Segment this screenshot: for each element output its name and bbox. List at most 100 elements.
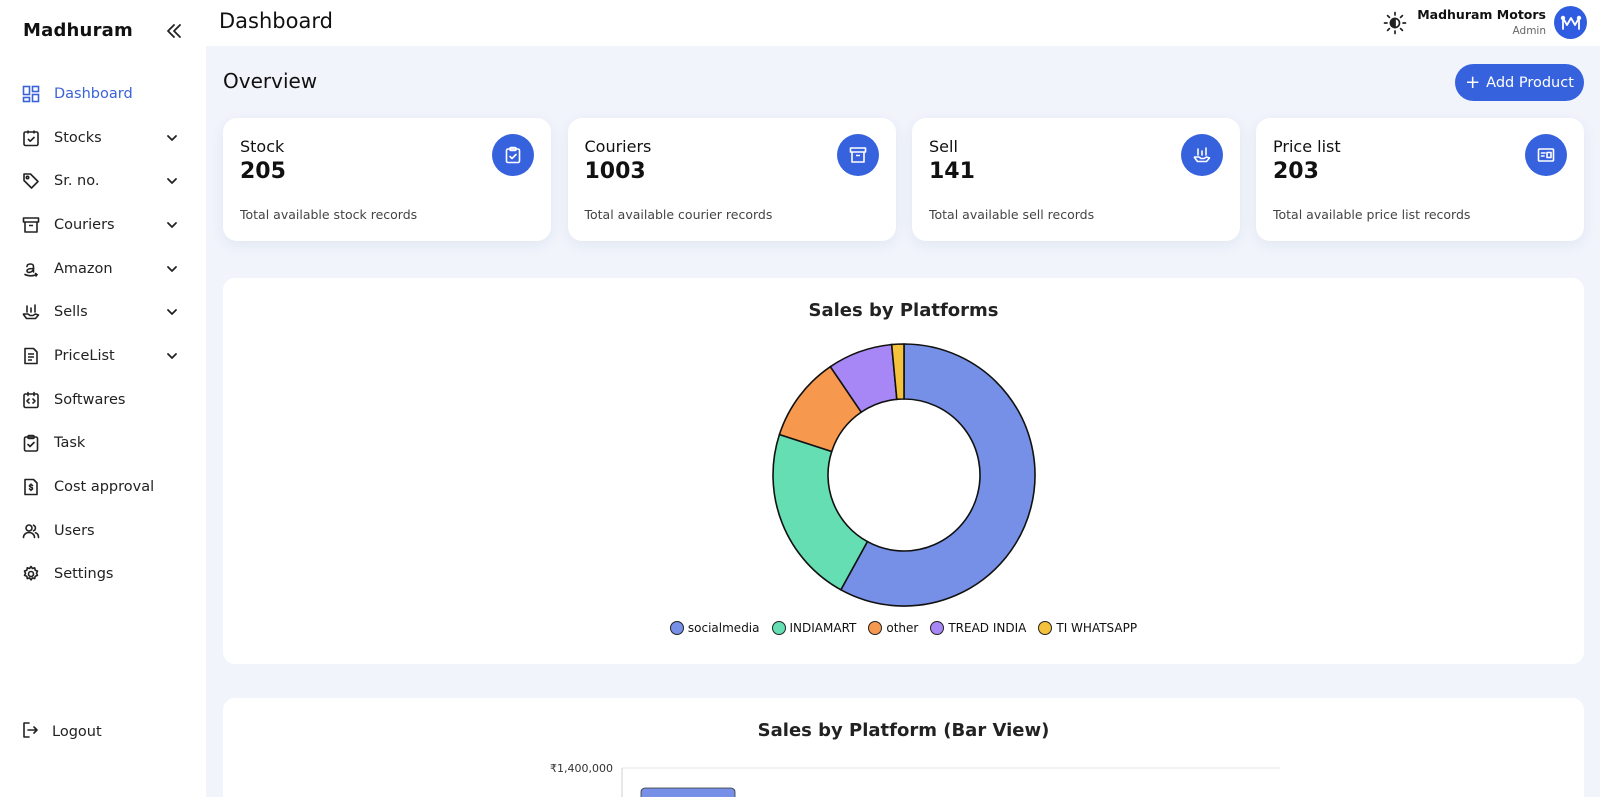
stock-card[interactable]: Stock 205 Total available stock records [223, 118, 551, 241]
legend-item[interactable]: TI WHATSAPP [1038, 621, 1137, 635]
add-product-label: Add Product [1486, 74, 1574, 91]
card-title: Couriers [584, 137, 652, 156]
sidebar-item-sr-no[interactable]: Sr. no. [0, 159, 206, 203]
card-value: 205 [240, 159, 286, 184]
sidebar-item-task[interactable]: Task [0, 422, 206, 466]
users-icon [21, 521, 41, 541]
card-title: Stock [240, 137, 285, 156]
legend-swatch [868, 621, 883, 635]
hand-chart-icon [1181, 134, 1223, 176]
chevron-down-icon[interactable] [164, 261, 180, 277]
chevron-down-icon[interactable] [164, 130, 180, 146]
amazon-icon [21, 259, 41, 279]
sidebar-item-label: PriceList [54, 347, 115, 364]
sidebar-item-dashboard[interactable]: Dashboard [0, 72, 206, 116]
clipboard-check-icon [492, 134, 534, 176]
donut-chart [772, 343, 1036, 607]
legend-label: socialmedia [687, 621, 760, 635]
legend-swatch [1038, 621, 1053, 635]
legend-item[interactable]: INDIAMART [771, 621, 856, 635]
sidebar-item-couriers[interactable]: Couriers [0, 203, 206, 247]
sell-card[interactable]: Sell 141 Total available sell records [912, 118, 1240, 241]
clipboard-task-icon [21, 433, 41, 453]
legend-swatch [669, 621, 684, 635]
top-header: Dashboard Madhuram Motors Admin [206, 0, 1600, 46]
card-description: Total available price list records [1273, 207, 1471, 222]
logout-button[interactable]: Logout [0, 710, 206, 754]
sidebar-item-amazon[interactable]: Amazon [0, 247, 206, 291]
sidebar-item-label: Couriers [54, 216, 115, 233]
code-calendar-icon [21, 390, 41, 410]
sales-by-platforms-panel: Sales by Platforms socialmedia INDIAMART o… [223, 278, 1584, 664]
chart-legend: socialmedia INDIAMART other TREAD INDIA TI W… [223, 621, 1584, 635]
legend-label: other [886, 621, 919, 635]
add-product-button[interactable]: + Add Product [1455, 64, 1584, 101]
chart-title: Sales by Platform (Bar View) [757, 720, 1050, 741]
page-title: Dashboard [219, 9, 333, 33]
legend-swatch [930, 621, 945, 635]
sidebar-item-cost-approval[interactable]: Cost approval [0, 465, 206, 509]
id-card-icon [1525, 134, 1567, 176]
sidebar-item-label: Sr. no. [54, 173, 100, 190]
sidebar-item-label: Users [54, 522, 95, 539]
tag-icon [21, 171, 41, 191]
sidebar-item-pricelist[interactable]: PriceList [0, 334, 206, 378]
bar-chart: ₹1,400,000 [550, 762, 1280, 797]
sidebar-nav: Dashboard Stocks Sr. no. Couriers Amazon… [0, 72, 206, 596]
card-value: 1003 [584, 159, 646, 184]
card-title: Sell [929, 137, 958, 156]
collapse-sidebar-icon[interactable] [164, 20, 184, 42]
legend-label: TI WHATSAPP [1056, 621, 1138, 635]
card-description: Total available sell records [929, 207, 1095, 222]
archive-box-icon [21, 215, 41, 235]
pie-slice-indiamart[interactable] [772, 433, 869, 591]
legend-item[interactable]: TREAD INDIA [930, 621, 1026, 635]
chart-title: Sales by Platforms [808, 300, 999, 321]
clipboard-check-icon [21, 128, 41, 148]
avatar[interactable] [1554, 6, 1587, 39]
sidebar-item-label: Sells [54, 304, 88, 321]
sidebar-item-label: Settings [54, 566, 114, 583]
sidebar-item-label: Dashboard [54, 85, 133, 102]
card-value: 203 [1273, 159, 1319, 184]
logout-icon [21, 721, 39, 743]
sidebar-item-label: Cost approval [54, 479, 155, 496]
chevron-down-icon[interactable] [164, 217, 180, 233]
legend-swatch [771, 621, 786, 635]
chevron-down-icon[interactable] [164, 304, 180, 320]
sidebar-item-label: Task [54, 435, 86, 452]
sidebar-item-sells[interactable]: Sells [0, 290, 206, 334]
couriers-card[interactable]: Couriers 1003 Total available courier re… [567, 118, 896, 241]
card-title: Price list [1273, 137, 1341, 156]
price-list-card[interactable]: Price list 203 Total available price lis… [1256, 118, 1584, 241]
chevron-down-icon[interactable] [164, 173, 180, 189]
card-description: Total available courier records [584, 207, 773, 222]
document-icon [21, 346, 41, 366]
sidebar-item-label: Softwares [54, 391, 126, 408]
card-description: Total available stock records [240, 207, 418, 222]
logo-icon [1560, 15, 1581, 30]
sidebar-item-softwares[interactable]: Softwares [0, 378, 206, 422]
logout-label: Logout [52, 724, 102, 740]
overview-heading: Overview [223, 69, 318, 93]
card-value: 141 [929, 159, 975, 184]
plus-icon: + [1465, 71, 1481, 93]
legend-item[interactable]: other [868, 621, 918, 635]
sidebar-item-users[interactable]: Users [0, 509, 206, 553]
user-name: Madhuram Motors [1417, 7, 1546, 22]
sidebar-item-stocks[interactable]: Stocks [0, 116, 206, 160]
sales-by-platform-bar-panel: Sales by Platform (Bar View) ₹1,400,000 [223, 698, 1584, 797]
sidebar: Madhuram Dashboard Stocks Sr. no. Courie… [0, 0, 206, 797]
sidebar-item-label: Stocks [54, 129, 102, 146]
legend-item[interactable]: socialmedia [669, 621, 760, 635]
user-role: Admin [1512, 25, 1546, 37]
sidebar-item-label: Amazon [54, 260, 113, 277]
stat-cards: Stock 205 Total available stock records … [223, 118, 1584, 241]
dollar-document-icon [21, 477, 41, 497]
hand-chart-icon [21, 302, 41, 322]
brand-name: Madhuram [23, 20, 133, 41]
bar[interactable] [640, 787, 736, 797]
sidebar-item-settings[interactable]: Settings [0, 553, 206, 597]
chevron-down-icon[interactable] [164, 348, 180, 364]
theme-toggle-icon[interactable] [1382, 10, 1408, 36]
